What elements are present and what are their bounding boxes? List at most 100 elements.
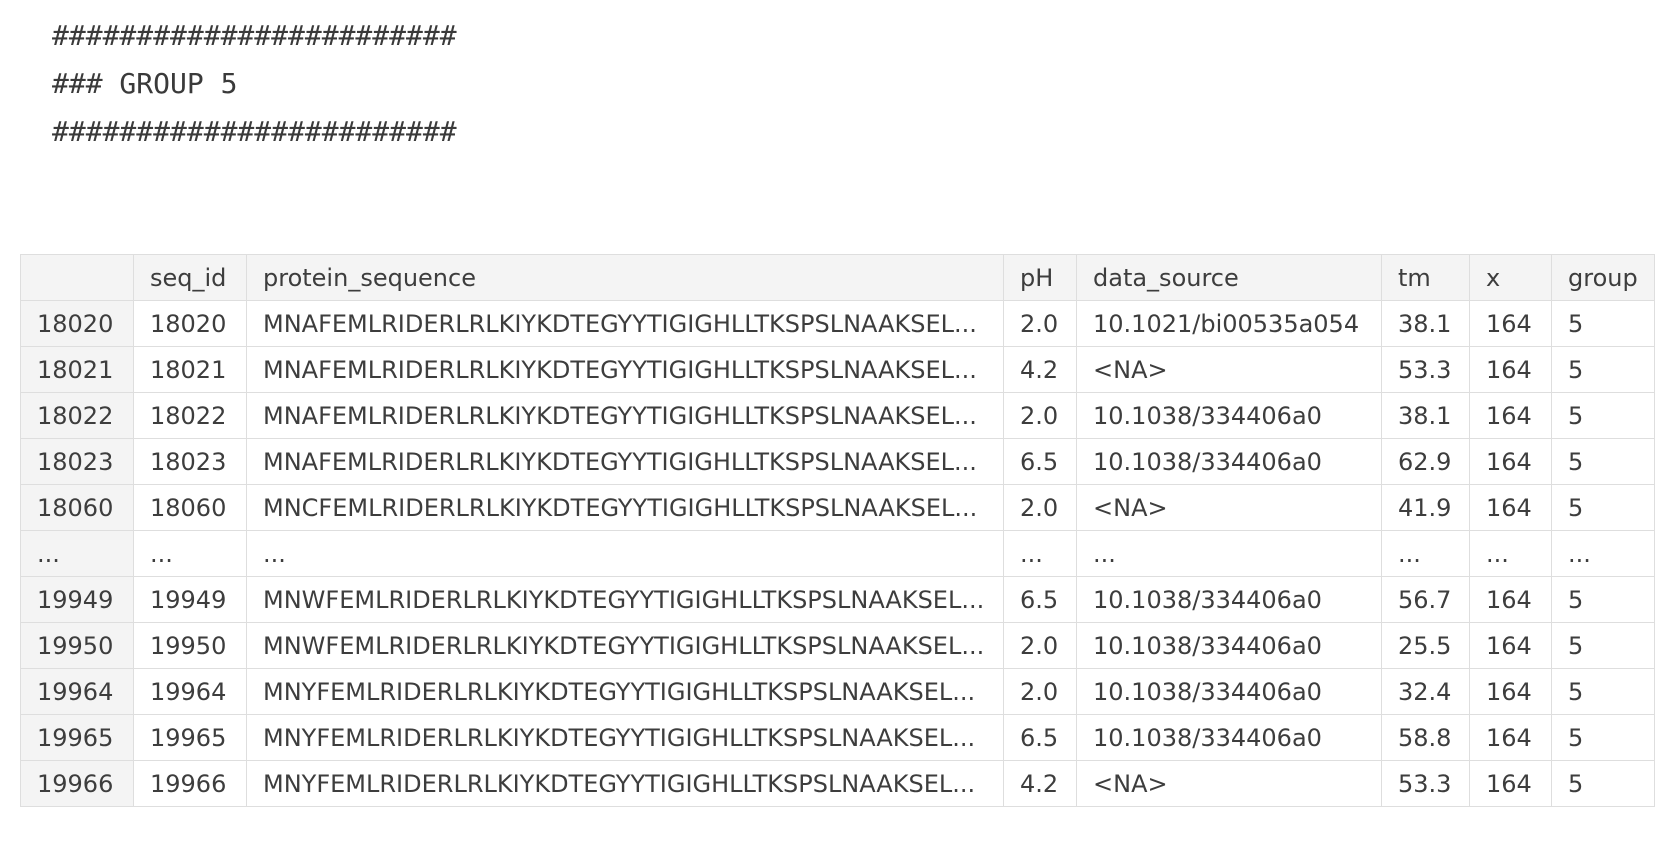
cell-group: 5 — [1551, 300, 1655, 347]
cell-group: 5 — [1551, 346, 1655, 393]
cell-tm: 41.9 — [1381, 484, 1470, 531]
cell-pH: 6.5 — [1003, 714, 1077, 761]
cell-data-source: <NA> — [1076, 760, 1382, 807]
cell-tm: 58.8 — [1381, 714, 1470, 761]
cell-x: 164 — [1469, 576, 1552, 623]
row-index: 19966 — [20, 760, 134, 807]
row-index: 18023 — [20, 438, 134, 485]
dataframe-table: seq_id protein_sequence pH data_source tm x gr… — [20, 254, 1655, 807]
row-index: 18020 — [20, 300, 134, 347]
cell-seq-id: 19965 — [133, 714, 247, 761]
cell-x: 164 — [1469, 392, 1552, 439]
column-header-seq-id: seq_id — [133, 254, 247, 301]
cell-pH: 2.0 — [1003, 668, 1077, 715]
column-header-data-source: data_source — [1076, 254, 1382, 301]
output-line: ######################## — [52, 115, 457, 148]
cell-data-source: 10.1038/334406a0 — [1076, 576, 1382, 623]
cell-protein-sequence: MNCFEMLRIDERLRLKIYKDTEGYYTIGIGHLLTKSPSLN… — [246, 484, 1004, 531]
cell-x: 164 — [1469, 668, 1552, 715]
column-header-tm: tm — [1381, 254, 1470, 301]
column-header-pH: pH — [1003, 254, 1077, 301]
cell-x: 164 — [1469, 300, 1552, 347]
row-index: 19949 — [20, 576, 134, 623]
cell-protein-sequence: MNYFEMLRIDERLRLKIYKDTEGYYTIGIGHLLTKSPSLN… — [246, 668, 1004, 715]
cell-tm: 25.5 — [1381, 622, 1470, 669]
cell-seq-id: 18023 — [133, 438, 247, 485]
cell-data-source: ... — [1076, 530, 1382, 577]
output-line: ### GROUP 5 — [52, 67, 238, 100]
table-row: 19949 19949 MNWFEMLRIDERLRLKIYKDTEGYYTIGIG… — [20, 576, 1655, 623]
cell-seq-id: 19950 — [133, 622, 247, 669]
table-row: 19964 19964 MNYFEMLRIDERLRLKIYKDTEGYYTIGIG… — [20, 668, 1655, 715]
table-row: 18060 18060 MNCFEMLRIDERLRLKIYKDTEGYYTIGIG… — [20, 484, 1655, 531]
header-row: seq_id protein_sequence pH data_source tm x gr… — [20, 254, 1655, 301]
cell-tm: ... — [1381, 530, 1470, 577]
table-row: 19950 19950 MNWFEMLRIDERLRLKIYKDTEGYYTIGIG… — [20, 622, 1655, 669]
cell-seq-id: 18022 — [133, 392, 247, 439]
cell-data-source: 10.1038/334406a0 — [1076, 392, 1382, 439]
cell-x: 164 — [1469, 438, 1552, 485]
cell-x: 164 — [1469, 760, 1552, 807]
cell-tm: 56.7 — [1381, 576, 1470, 623]
cell-group: 5 — [1551, 760, 1655, 807]
cell-x: 164 — [1469, 484, 1552, 531]
table-row: 18020 18020 MNAFEMLRIDERLRLKIYKDTEGYYTIGIG… — [20, 300, 1655, 347]
cell-pH: ... — [1003, 530, 1077, 577]
table-row: 18023 18023 MNAFEMLRIDERLRLKIYKDTEGYYTIGIG… — [20, 438, 1655, 485]
row-index: 18060 — [20, 484, 134, 531]
cell-group: 5 — [1551, 576, 1655, 623]
cell-group: 5 — [1551, 392, 1655, 439]
table-row: 18021 18021 MNAFEMLRIDERLRLKIYKDTEGYYTIGIG… — [20, 346, 1655, 393]
cell-tm: 53.3 — [1381, 346, 1470, 393]
cell-data-source: 10.1038/334406a0 — [1076, 438, 1382, 485]
row-index: 18021 — [20, 346, 134, 393]
cell-seq-id: 18021 — [133, 346, 247, 393]
cell-pH: 4.2 — [1003, 346, 1077, 393]
cell-protein-sequence: MNAFEMLRIDERLRLKIYKDTEGYYTIGIGHLLTKSPSLN… — [246, 438, 1004, 485]
cell-pH: 2.0 — [1003, 392, 1077, 439]
cell-pH: 2.0 — [1003, 300, 1077, 347]
cell-data-source: 10.1021/bi00535a054 — [1076, 300, 1382, 347]
cell-x: 164 — [1469, 714, 1552, 761]
column-header-x: x — [1469, 254, 1552, 301]
cell-protein-sequence: MNWFEMLRIDERLRLKIYKDTEGYYTIGIGHLLTKSPSLN… — [246, 622, 1004, 669]
cell-x: ... — [1469, 530, 1552, 577]
row-index: 19964 — [20, 668, 134, 715]
cell-tm: 53.3 — [1381, 760, 1470, 807]
table-header: seq_id protein_sequence pH data_source tm x gr… — [20, 254, 1655, 301]
cell-pH: 6.5 — [1003, 576, 1077, 623]
cell-protein-sequence: MNAFEMLRIDERLRLKIYKDTEGYYTIGIGHLLTKSPSLN… — [246, 346, 1004, 393]
table-row: 19965 19965 MNYFEMLRIDERLRLKIYKDTEGYYTIGIG… — [20, 714, 1655, 761]
cell-data-source: <NA> — [1076, 346, 1382, 393]
cell-x: 164 — [1469, 622, 1552, 669]
cell-pH: 6.5 — [1003, 438, 1077, 485]
cell-seq-id: ... — [133, 530, 247, 577]
cell-protein-sequence: MNAFEMLRIDERLRLKIYKDTEGYYTIGIGHLLTKSPSLN… — [246, 392, 1004, 439]
cell-group: 5 — [1551, 668, 1655, 715]
index-header — [20, 254, 134, 301]
cell-data-source: <NA> — [1076, 484, 1382, 531]
cell-seq-id: 18020 — [133, 300, 247, 347]
cell-protein-sequence: MNAFEMLRIDERLRLKIYKDTEGYYTIGIGHLLTKSPSLN… — [246, 300, 1004, 347]
cell-seq-id: 18060 — [133, 484, 247, 531]
cell-tm: 38.1 — [1381, 392, 1470, 439]
table-row: ........................ — [20, 530, 1655, 577]
cell-data-source: 10.1038/334406a0 — [1076, 714, 1382, 761]
cell-group: ... — [1551, 530, 1655, 577]
output-line: ######################## — [52, 19, 457, 52]
dataframe-container: seq_id protein_sequence pH data_source tm x gr… — [20, 254, 1655, 807]
cell-pH: 2.0 — [1003, 622, 1077, 669]
cell-protein-sequence: ... — [246, 530, 1004, 577]
cell-group: 5 — [1551, 438, 1655, 485]
cell-protein-sequence: MNYFEMLRIDERLRLKIYKDTEGYYTIGIGHLLTKSPSLN… — [246, 760, 1004, 807]
cell-x: 164 — [1469, 346, 1552, 393]
row-index: 19965 — [20, 714, 134, 761]
cell-tm: 38.1 — [1381, 300, 1470, 347]
table-row: 19966 19966 MNYFEMLRIDERLRLKIYKDTEGYYTIGIG… — [20, 760, 1655, 807]
row-index: ... — [20, 530, 134, 577]
cell-tm: 32.4 — [1381, 668, 1470, 715]
cell-data-source: 10.1038/334406a0 — [1076, 622, 1382, 669]
cell-group: 5 — [1551, 484, 1655, 531]
table-body: 18020 18020 MNAFEMLRIDERLRLKIYKDTEGYYTIGIG… — [20, 300, 1655, 807]
column-header-group: group — [1551, 254, 1655, 301]
